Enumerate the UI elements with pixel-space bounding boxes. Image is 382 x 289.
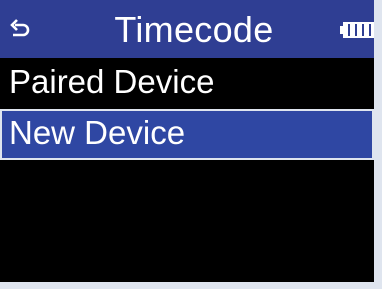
device-screen: Timecode Paired Device New Device [0,0,382,289]
battery-full-icon [340,22,374,38]
menu-item-label: Paired Device [9,63,215,100]
menu-item-new-device[interactable]: New Device [0,109,374,160]
menu-item-paired-device[interactable]: Paired Device [0,58,374,109]
title-bar: Timecode [0,0,374,58]
timecode-menu: Paired Device New Device [0,58,374,160]
screen-title: Timecode [114,9,274,50]
menu-item-label: New Device [9,114,186,151]
